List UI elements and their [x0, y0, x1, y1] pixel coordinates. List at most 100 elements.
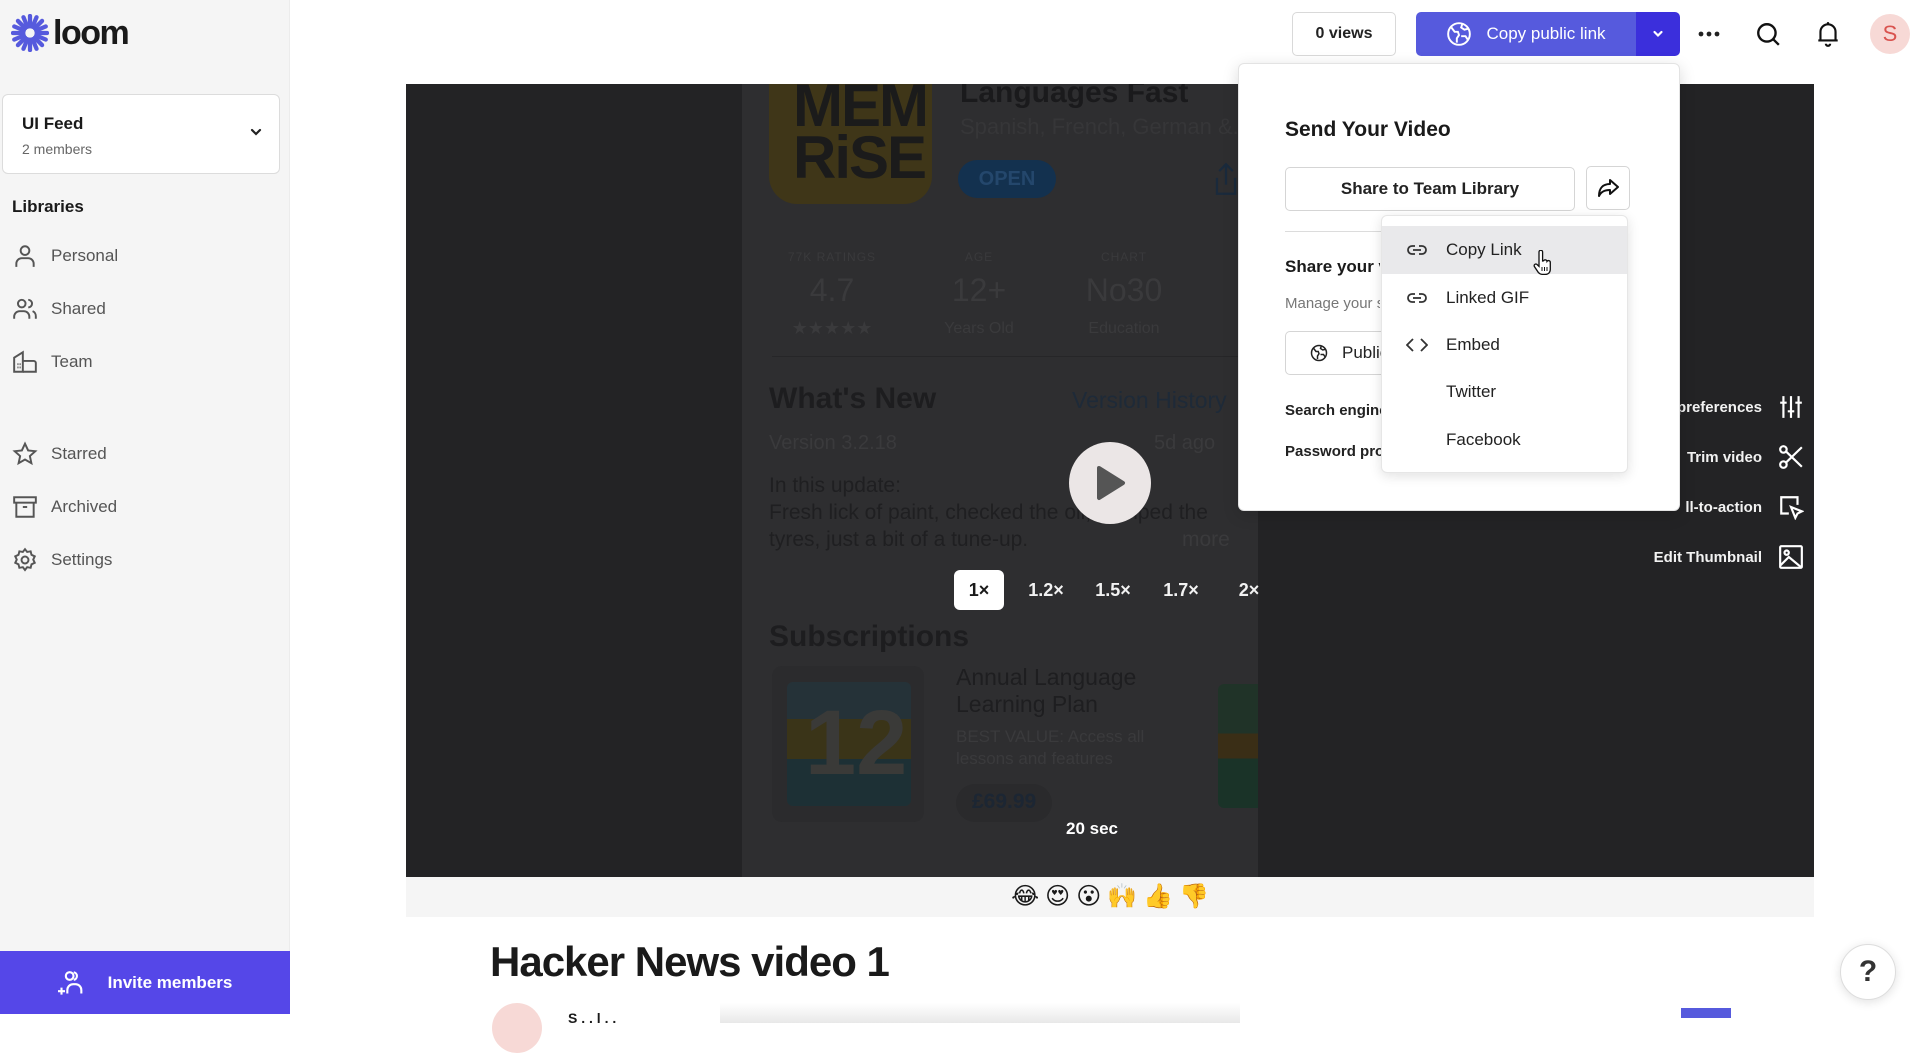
version-age: 5d ago — [1154, 432, 1216, 454]
copy-public-link-button[interactable]: Copy public link — [1416, 12, 1636, 56]
plan-desc: BEST VALUE: Access all — [956, 727, 1145, 746]
sliders-icon — [1780, 396, 1802, 418]
sidebar-item-personal[interactable]: Personal — [12, 238, 272, 274]
share-forward-icon — [1598, 179, 1619, 197]
menu-item-label: Copy Link — [1446, 240, 1522, 259]
play-button[interactable] — [1069, 442, 1151, 524]
video-frame-content: MEM RiSE Languages Fast Spanish, French, … — [742, 84, 1258, 877]
reaction-laugh[interactable]: 😂 — [1011, 882, 1039, 912]
play-icon — [1097, 466, 1125, 500]
menu-item-twitter[interactable]: Twitter — [1382, 368, 1627, 416]
sidebar-item-shared[interactable]: Shared — [12, 291, 272, 327]
chevron-down-icon — [1653, 30, 1663, 38]
sidebar-item-settings[interactable]: Settings — [12, 542, 272, 578]
edit-thumbnail-tool[interactable]: Edit Thumbnail — [1654, 539, 1804, 575]
speed-option-1x[interactable]: 1× — [954, 570, 1004, 610]
more-options-button[interactable] — [1693, 18, 1725, 50]
bell-icon — [1818, 22, 1838, 47]
copy-link-options-dropdown[interactable] — [1636, 12, 1680, 56]
sidebar-item-archived[interactable]: Archived — [12, 489, 272, 525]
reactions-bar: 😂 😍 😮 🙌 👍 👎 — [406, 877, 1814, 917]
building-icon — [13, 350, 37, 373]
sidebar-item-label: Starred — [51, 444, 107, 463]
help-button[interactable]: ? — [1840, 944, 1896, 1000]
stat-value: No30 — [1085, 272, 1163, 308]
open-app-pill: OPEN — [958, 160, 1056, 198]
sidebar-item-starred[interactable]: Starred — [12, 436, 272, 472]
app-title: Languages Fast — [960, 84, 1189, 109]
add-people-icon — [57, 970, 83, 995]
loom-logo[interactable]: loom — [11, 14, 130, 52]
search-button[interactable] — [1752, 18, 1784, 50]
views-count-button[interactable]: 0 views — [1292, 12, 1396, 56]
reaction-wow[interactable]: 😮 — [1076, 882, 1101, 912]
invite-members-button[interactable]: Invite members — [0, 951, 290, 1014]
share-options-button[interactable] — [1586, 166, 1630, 210]
menu-item-label: Linked GIF — [1446, 288, 1530, 307]
call-to-action-tool[interactable]: ll-to-action — [1685, 489, 1804, 525]
speed-option-1.2x[interactable]: 1.2× — [1021, 570, 1071, 610]
person-icon — [15, 245, 35, 267]
tool-label: ll-to-action — [1685, 498, 1762, 516]
trim-video-tool[interactable]: Trim video — [1687, 439, 1804, 475]
plan-desc: lessons and features — [956, 749, 1113, 768]
reaction-thumbs-down[interactable]: 👎 — [1179, 882, 1209, 912]
share-icon — [1215, 162, 1237, 195]
reaction-thumbs-up[interactable]: 👍 — [1143, 882, 1173, 912]
cursor-box-icon — [1780, 496, 1804, 520]
image-icon — [1779, 545, 1803, 569]
bottom-shadow — [720, 1003, 1240, 1023]
video-duration: 20 sec — [1066, 819, 1118, 838]
author-name: S . . l . . — [568, 1010, 617, 1026]
workspace-name: UI Feed — [22, 114, 84, 133]
stat-sub: ★★★★★ — [791, 318, 873, 338]
version-number: Version 3.2.18 — [769, 432, 897, 454]
app-subtitle: Spanish, French, German &... — [960, 114, 1252, 139]
plan-icon: 12 — [787, 682, 911, 806]
archive-icon — [13, 496, 37, 518]
update-line: In this update: — [769, 474, 901, 497]
reaction-raised-hands[interactable]: 🙌 — [1107, 882, 1137, 912]
stat-sub: Years Old — [944, 320, 1014, 337]
link-icon — [1407, 245, 1427, 255]
speed-option-2x[interactable]: 2× — [1224, 570, 1274, 610]
code-icon — [1406, 338, 1428, 352]
workspace-switcher[interactable]: UI Feed 2 members — [2, 94, 280, 174]
update-line: tyres, just a bit of a tune-up. — [769, 528, 1029, 551]
brand-wordmark: loom — [53, 14, 130, 52]
sidebar-item-label: Settings — [51, 550, 113, 569]
menu-item-label: Embed — [1446, 335, 1500, 354]
hand-cursor-icon — [1533, 250, 1551, 276]
sidebar-item-team[interactable]: Team — [12, 344, 272, 380]
action-button-partial[interactable] — [1681, 1008, 1731, 1018]
share-to-team-library-button[interactable]: Share to Team Library — [1285, 167, 1575, 211]
plan-title: Annual Language — [956, 664, 1137, 690]
video-title[interactable]: Hacker News video 1 — [490, 938, 890, 986]
user-avatar[interactable]: S — [1870, 14, 1910, 54]
speed-option-1.7x[interactable]: 1.7× — [1156, 570, 1206, 610]
workspace-members: 2 members — [22, 141, 93, 157]
star-icon — [12, 441, 38, 466]
sidebar-item-label: Personal — [51, 246, 119, 265]
share-your-video-heading: Share your v — [1285, 257, 1380, 276]
popover-title: Send Your Video — [1285, 118, 1451, 141]
stat-label: AGE — [964, 250, 994, 264]
notifications-button[interactable] — [1812, 18, 1844, 50]
stat-label: 77K RATINGS — [787, 250, 877, 264]
speed-option-1.5x[interactable]: 1.5× — [1088, 570, 1138, 610]
stat-sub: Education — [1088, 320, 1160, 337]
people-icon — [13, 298, 37, 319]
menu-item-embed[interactable]: Embed — [1382, 321, 1627, 369]
manage-settings-text: Manage your s — [1285, 295, 1380, 312]
chevron-down-icon — [250, 128, 262, 136]
preferences-tool[interactable]: preferences — [1677, 389, 1804, 425]
reaction-heart-eyes[interactable]: 😍 — [1045, 882, 1070, 912]
more-link: more — [1182, 528, 1230, 551]
menu-item-facebook[interactable]: Facebook — [1382, 416, 1627, 464]
copy-public-link-label: Copy public link — [1486, 24, 1606, 43]
stat-label: CHART — [1100, 250, 1148, 264]
stat-value: 12+ — [951, 272, 1007, 308]
menu-item-linked-gif[interactable]: Linked GIF — [1382, 274, 1627, 322]
menu-item-copy-link[interactable]: Copy Link — [1382, 226, 1627, 274]
menu-item-label: Twitter — [1446, 382, 1497, 401]
